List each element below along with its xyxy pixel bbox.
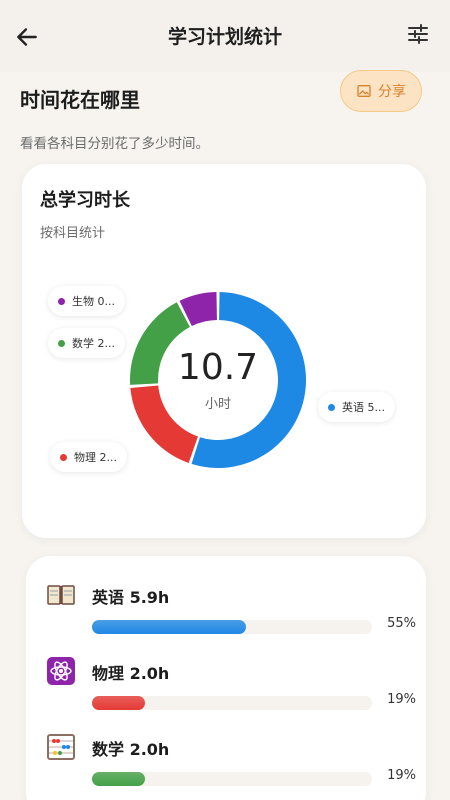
share-label: 分享 [378, 84, 406, 100]
progress-track [92, 696, 372, 710]
percent-label: 19% [387, 692, 416, 707]
percent-label: 55% [387, 616, 416, 631]
progress-fill [92, 620, 246, 634]
progress-track [92, 620, 372, 634]
legend-dot [58, 339, 65, 347]
card-subtitle: 按科目统计 [40, 226, 106, 241]
progress-fill [92, 772, 146, 786]
legend-label: 生物 0... [72, 295, 115, 308]
legend-physics[interactable]: 物理 2... [50, 442, 127, 472]
atom-icon [47, 657, 75, 685]
legend-math[interactable]: 数学 2... [48, 328, 125, 358]
legend-biology[interactable]: 生物 0... [48, 286, 125, 316]
legend-label: 数学 2... [72, 337, 115, 350]
donut-center: 10.7 小时 [130, 292, 306, 468]
legend-label: 物理 2... [74, 451, 117, 464]
subject-label: 英语 5.9h [92, 588, 170, 607]
total-hours: 10.7 [177, 346, 259, 388]
section-title: 时间花在哪里 [20, 88, 140, 112]
share-button[interactable]: 分享 [340, 70, 422, 112]
page-title: 学习计划统计 [167, 26, 282, 48]
subject-label: 物理 2.0h [92, 664, 170, 683]
progress-fill [92, 696, 146, 710]
legend-label: 英语 5... [342, 401, 385, 414]
progress-track [92, 772, 372, 786]
section-subtitle: 看看各科目分别花了多少时间。 [20, 136, 209, 152]
legend-english[interactable]: 英语 5... [318, 392, 395, 422]
abacus-icon [47, 734, 75, 760]
legend-dot [328, 403, 335, 411]
app-header: 学习计划统计 [0, 0, 450, 72]
card-title: 总学习时长 [40, 190, 130, 211]
sliders-icon[interactable] [406, 22, 430, 46]
image-icon [357, 85, 371, 97]
legend-dot [60, 453, 67, 461]
subject-breakdown-card: 英语 5.9h 55% 物理 2.0h 19% 数学 2.0h 19% [26, 556, 426, 800]
legend-dot [58, 297, 65, 305]
book-icon [47, 585, 75, 605]
subject-label: 数学 2.0h [92, 740, 170, 759]
percent-label: 19% [387, 768, 416, 783]
total-time-card: 总学习时长 按科目统计 10.7 小时 生物 0... 数学 2... 物理 2… [22, 164, 426, 538]
total-unit: 小时 [204, 397, 231, 413]
